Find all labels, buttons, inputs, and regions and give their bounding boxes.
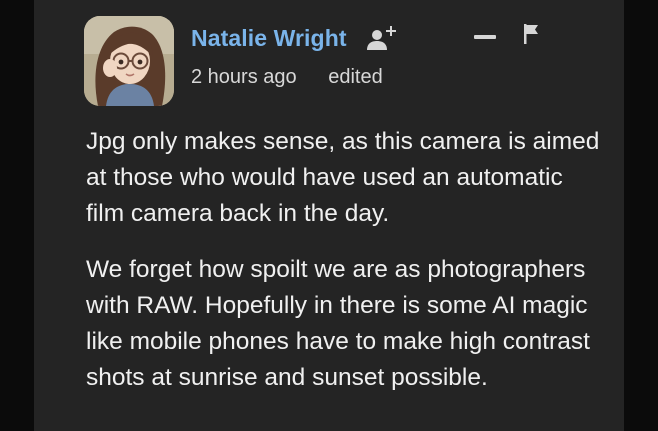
flag-icon[interactable]: [523, 24, 539, 44]
author-name[interactable]: Natalie Wright: [191, 25, 347, 52]
edited-label: edited: [328, 66, 383, 88]
comment-card: Natalie Wright 2 hours ago edited Jpg on…: [34, 0, 624, 431]
comment-text: Jpg only makes sense, as this camera is …: [86, 124, 606, 416]
minus-icon[interactable]: [474, 33, 496, 41]
page-edge-left: [0, 0, 34, 431]
comment-meta: 2 hours ago edited: [191, 66, 383, 89]
timestamp: 2 hours ago: [191, 66, 297, 88]
user-avatar[interactable]: [84, 16, 174, 106]
comment-paragraph: We forget how spoilt we are as photograp…: [86, 256, 590, 391]
avatar-illustration: [84, 16, 174, 106]
add-user-icon[interactable]: [366, 24, 398, 54]
page-edge-right: [624, 0, 658, 431]
comment-paragraph: Jpg only makes sense, as this camera is …: [86, 128, 600, 227]
